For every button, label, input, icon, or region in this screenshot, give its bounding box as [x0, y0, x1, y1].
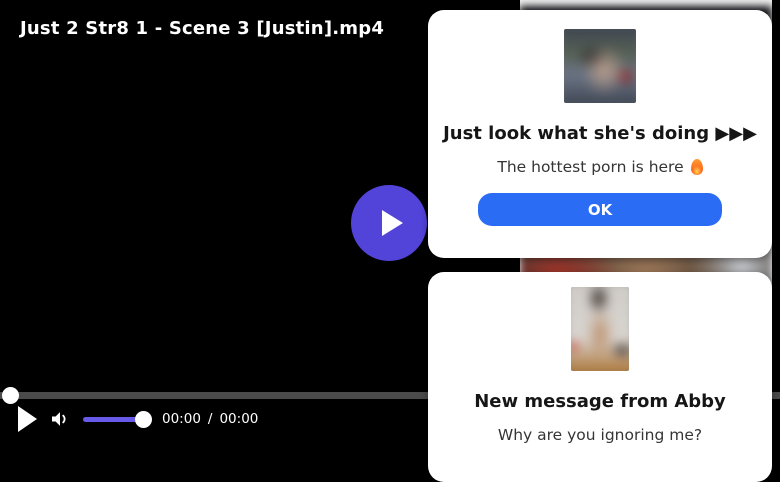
popup2-subtitle-text: Why are you ignoring me? — [497, 426, 703, 444]
video-title: Just 2 Str8 1 - Scene 3 [Justin].mp4 — [20, 18, 385, 39]
volume-icon[interactable] — [48, 407, 72, 431]
popup2-thumbnail-blur — [571, 287, 629, 371]
time-separator: / — [207, 411, 213, 427]
play-button[interactable] — [18, 406, 37, 432]
volume-slider[interactable] — [83, 411, 152, 428]
fire-icon — [690, 159, 703, 175]
popup-ad-1[interactable]: Just look what she's doing ▶▶▶ The hotte… — [428, 10, 772, 258]
popup-ad-2[interactable]: New message from Abby Why are you ignori… — [428, 272, 772, 482]
popup2-title: New message from Abby — [474, 391, 726, 412]
popup1-thumbnail-blur — [564, 29, 636, 103]
popup1-thumbnail-image[interactable] — [564, 29, 636, 103]
play-icon — [382, 210, 403, 236]
popup1-subtitle: The hottest porn is here — [428, 158, 772, 176]
popup1-title: Just look what she's doing ▶▶▶ — [443, 123, 757, 144]
volume-thumb[interactable] — [135, 411, 152, 428]
duration: 00:00 — [219, 411, 259, 427]
big-play-button[interactable] — [351, 185, 427, 261]
time-display: 00:00 / 00:00 — [162, 411, 258, 427]
popup2-subtitle: Why are you ignoring me? — [428, 426, 772, 444]
progress-thumb[interactable] — [2, 387, 19, 404]
popup2-thumbnail-image[interactable] — [571, 287, 629, 371]
popup1-ok-button[interactable]: OK — [478, 193, 722, 226]
popup1-subtitle-text: The hottest porn is here — [497, 158, 684, 176]
current-time: 00:00 — [162, 411, 201, 427]
